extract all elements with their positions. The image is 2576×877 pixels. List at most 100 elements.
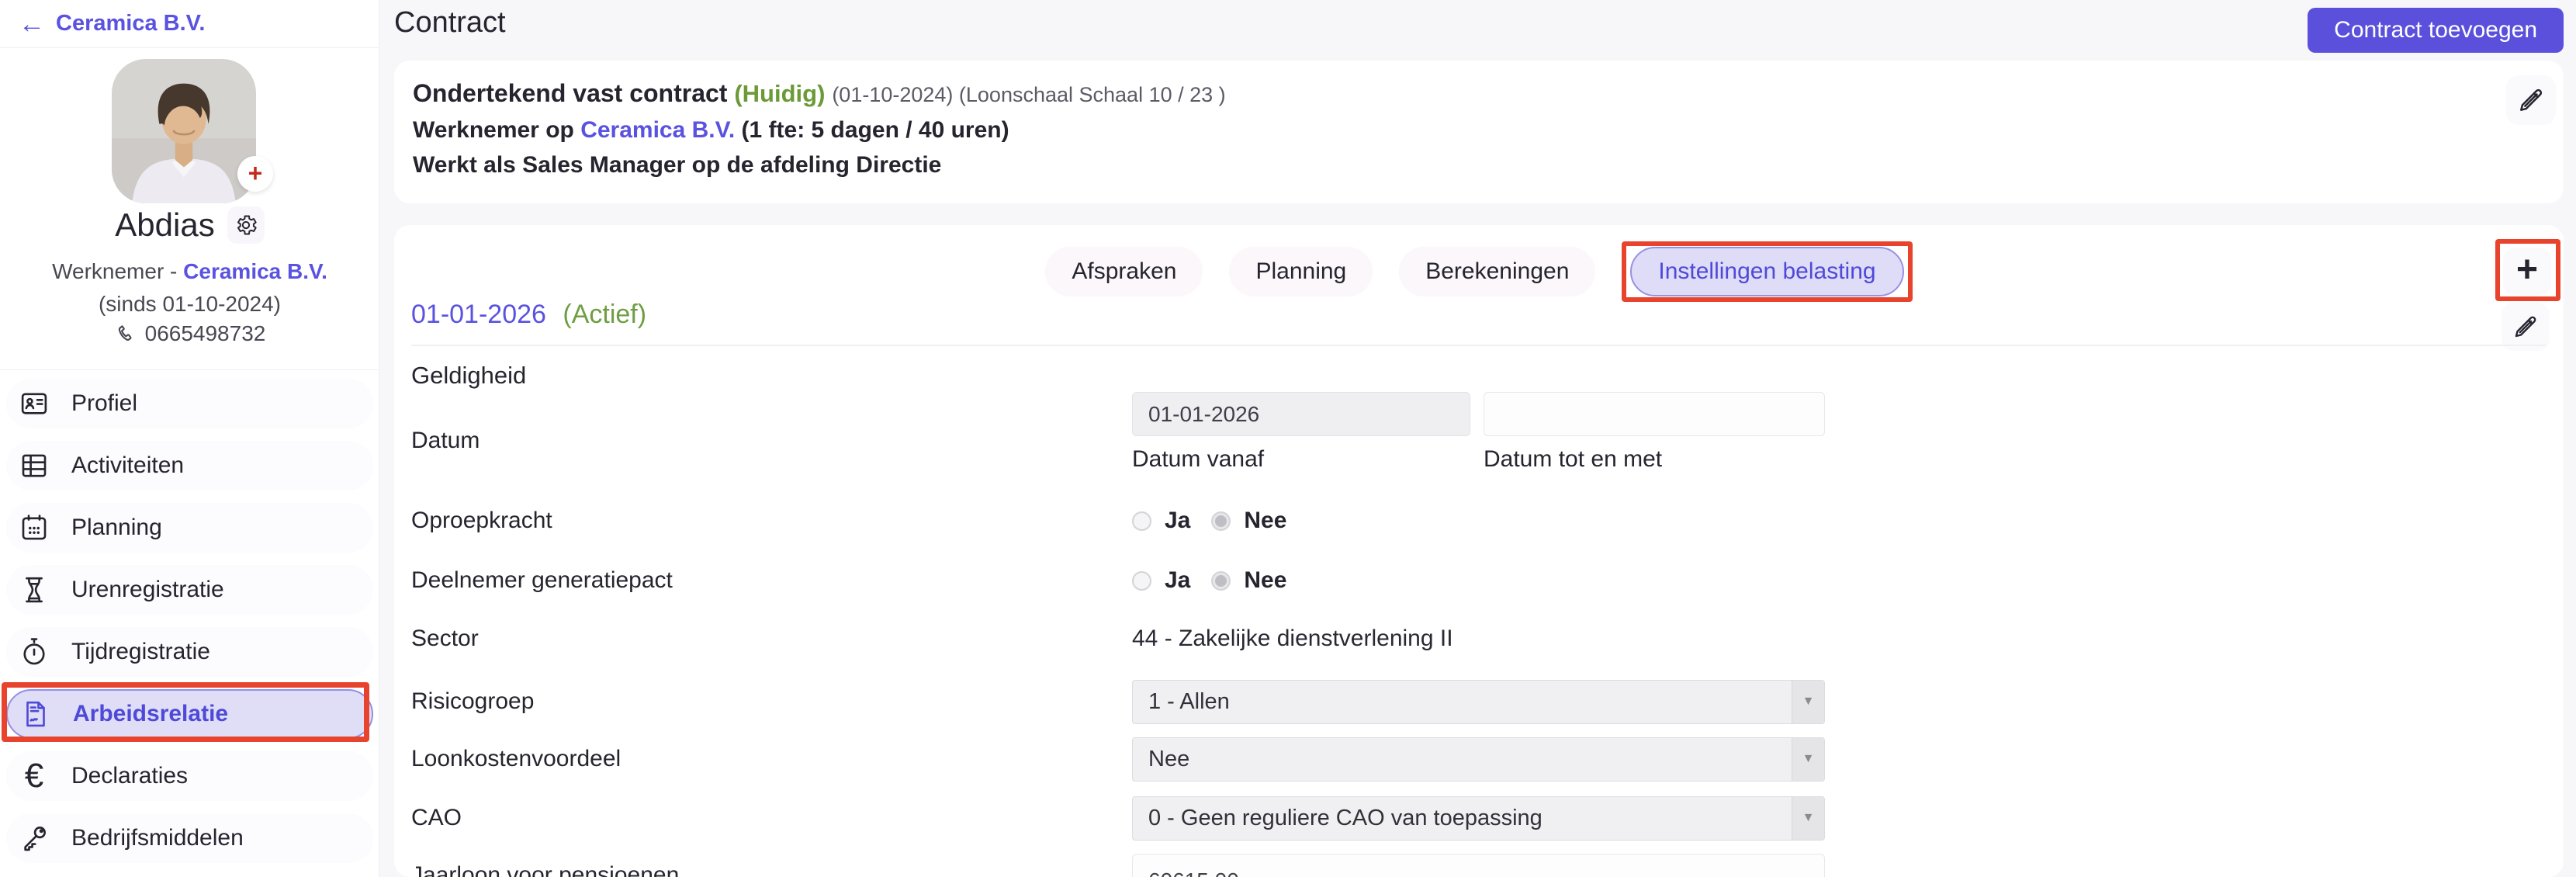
- oproepkracht-option-ja[interactable]: Ja: [1132, 508, 1190, 534]
- sidebar-item-planning[interactable]: Planning: [6, 503, 373, 553]
- radio-unselected-icon[interactable]: [1132, 570, 1151, 591]
- add-contract-button[interactable]: Contract toevoegen: [2308, 8, 2564, 53]
- form-row-oproepkracht: Oproepkracht Ja Nee: [411, 496, 1825, 546]
- loonkostenvoordeel-selected-value: Nee: [1148, 746, 1190, 771]
- chevron-down-icon: ▼: [1792, 796, 1824, 840]
- datum-tot-input[interactable]: [1484, 392, 1825, 436]
- contract-meta: (01-10-2024) (Loonschaal Schaal 10 / 23 …: [832, 83, 1226, 106]
- avatar[interactable]: +: [112, 59, 273, 203]
- sidebar-item-label: Urenregistratie: [71, 577, 224, 602]
- tab-afspraken[interactable]: Afspraken: [1045, 247, 1203, 296]
- form-row-datum: Datum Datum vanaf Datum tot en met: [411, 392, 1825, 472]
- tab-berekeningen[interactable]: Berekeningen: [1399, 247, 1596, 296]
- risicogroep-select[interactable]: 1 - Allen ▼: [1132, 679, 1825, 724]
- form-row-cao: CAO 0 - Geen reguliere CAO van toepassin…: [411, 793, 1825, 843]
- chevron-down-icon: ▼: [1792, 680, 1824, 723]
- back-link-company[interactable]: Ceramica B.V.: [56, 11, 205, 36]
- tab-instellingen-belasting[interactable]: Instellingen belasting: [1630, 247, 1904, 296]
- contract-summary-card: Ondertekend vast contract (Huidig) (01-1…: [394, 61, 2564, 203]
- datum-vanaf-label: Datum vanaf: [1132, 446, 1265, 472]
- radio-label-nee: Nee: [1244, 567, 1287, 593]
- sidebar-item-label: Planning: [71, 515, 162, 540]
- divider: [411, 345, 2547, 346]
- annotation-box-instellingen-belasting: Instellingen belasting: [1622, 241, 1913, 302]
- euro-icon: €: [24, 757, 44, 795]
- datum-vanaf-input[interactable]: [1132, 392, 1470, 436]
- employment-prefix: Werknemer op: [413, 117, 581, 143]
- avatar-illustration: [112, 59, 256, 203]
- profile-company-link[interactable]: Ceramica B.V.: [183, 259, 327, 283]
- contract-tabs: Afspraken Planning Berekeningen Instelli…: [394, 241, 2564, 302]
- sidebar: ← Ceramica B.V. + Abdias Werknemer - Cer…: [0, 0, 379, 877]
- field-label-loonkostenvoordeel: Loonkostenvoordeel: [411, 746, 621, 771]
- radio-unselected-icon[interactable]: [1132, 511, 1151, 531]
- profile-phone[interactable]: 0665498732: [145, 321, 266, 346]
- stopwatch-icon: [17, 635, 51, 669]
- hourglass-icon: [17, 573, 51, 607]
- sidebar-item-activiteiten[interactable]: Activiteiten: [6, 441, 373, 490]
- loonkostenvoordeel-select[interactable]: Nee ▼: [1132, 737, 1825, 782]
- sidebar-header: ← Ceramica B.V.: [0, 0, 379, 48]
- phone-icon: [118, 325, 132, 341]
- profile-phone-row: 0665498732: [0, 321, 379, 346]
- oproepkracht-option-nee[interactable]: Nee: [1211, 508, 1286, 534]
- period-status-actief: (Actief): [563, 300, 647, 329]
- edit-contract-button[interactable]: [2506, 75, 2556, 125]
- form-row-sector: Sector 44 - Zakelijke dienstverlening II: [411, 614, 1825, 664]
- tab-planning[interactable]: Planning: [1229, 247, 1373, 296]
- gear-icon: [237, 215, 257, 235]
- radio-label-ja: Ja: [1165, 567, 1191, 593]
- field-label-sector: Sector: [411, 626, 479, 651]
- profile-settings-button[interactable]: [227, 206, 265, 244]
- plus-icon: +: [248, 159, 263, 187]
- contract-icon: [19, 697, 53, 731]
- pencil-icon: [2515, 316, 2536, 338]
- avatar-add-badge[interactable]: +: [237, 156, 273, 192]
- pencil-icon: [2520, 88, 2543, 111]
- generatiepact-option-ja[interactable]: Ja: [1132, 567, 1190, 594]
- edit-period-button[interactable]: [2502, 303, 2550, 351]
- radio-selected-icon[interactable]: [1211, 511, 1231, 531]
- field-label-generatiepact: Deelnemer generatiepact: [411, 567, 673, 593]
- radio-label-ja: Ja: [1165, 508, 1191, 533]
- sidebar-item-bedrijfsmiddelen[interactable]: Bedrijfsmiddelen: [6, 813, 373, 863]
- contract-type: Ondertekend vast contract: [413, 79, 728, 107]
- sidebar-item-profiel[interactable]: Profiel: [6, 379, 373, 428]
- section-title-geldigheid: Geldigheid: [411, 362, 527, 389]
- avatar-photo: [112, 59, 256, 203]
- form-row-generatiepact: Deelnemer generatiepact Ja Nee: [411, 556, 1825, 605]
- add-period-button[interactable]: +: [2503, 248, 2551, 296]
- field-label-datum: Datum: [411, 428, 480, 453]
- form-row-loonkostenvoordeel: Loonkostenvoordeel Nee ▼: [411, 734, 1825, 784]
- table-icon: [17, 449, 51, 483]
- cao-select[interactable]: 0 - Geen reguliere CAO van toepassing ▼: [1132, 796, 1825, 841]
- period-date[interactable]: 01-01-2026: [411, 300, 546, 329]
- page-title: Contract: [394, 6, 506, 39]
- employment-suffix: (1 fte: 5 dagen / 40 uren): [735, 117, 1009, 143]
- sidebar-item-tijdregistratie[interactable]: Tijdregistratie: [6, 627, 373, 677]
- jaarloon-input[interactable]: [1132, 853, 1825, 877]
- plus-icon: +: [2515, 249, 2539, 290]
- generatiepact-option-nee[interactable]: Nee: [1211, 567, 1286, 594]
- datum-tot-label: Datum tot en met: [1484, 446, 1663, 472]
- sidebar-item-arbeidsrelatie[interactable]: Arbeidsrelatie: [6, 689, 373, 739]
- field-label-jaarloon: Jaarloon voor pensioenen: [411, 862, 680, 877]
- risicogroep-selected-value: 1 - Allen: [1148, 688, 1230, 714]
- sidebar-item-urenregistratie[interactable]: Urenregistratie: [6, 565, 373, 615]
- sidebar-item-label: Tijdregistratie: [71, 639, 210, 664]
- form-row-risicogroep: Risicogroep 1 - Allen ▼: [411, 677, 1825, 726]
- sidebar-item-declaraties[interactable]: € Declaraties: [6, 751, 373, 801]
- generatiepact-radio-group: Ja Nee: [1132, 567, 1286, 594]
- id-card-icon: [17, 387, 51, 421]
- sidebar-item-label: Declaraties: [71, 763, 189, 789]
- role-prefix: Werknemer -: [52, 259, 184, 283]
- contract-status-huidig: (Huidig): [734, 80, 826, 107]
- sidebar-item-label: Arbeidsrelatie: [73, 701, 229, 726]
- profile-name: Abdias: [115, 206, 215, 243]
- sidebar-nav: Profiel Activiteiten Planning Urenregist…: [0, 369, 379, 875]
- back-arrow-icon[interactable]: ←: [19, 11, 45, 37]
- radio-selected-icon[interactable]: [1211, 570, 1231, 591]
- summary-company-link[interactable]: Ceramica B.V.: [580, 117, 735, 143]
- period-heading: 01-01-2026 (Actief): [411, 300, 646, 330]
- contract-function-line: Werkt als Sales Manager op de afdeling D…: [413, 152, 942, 178]
